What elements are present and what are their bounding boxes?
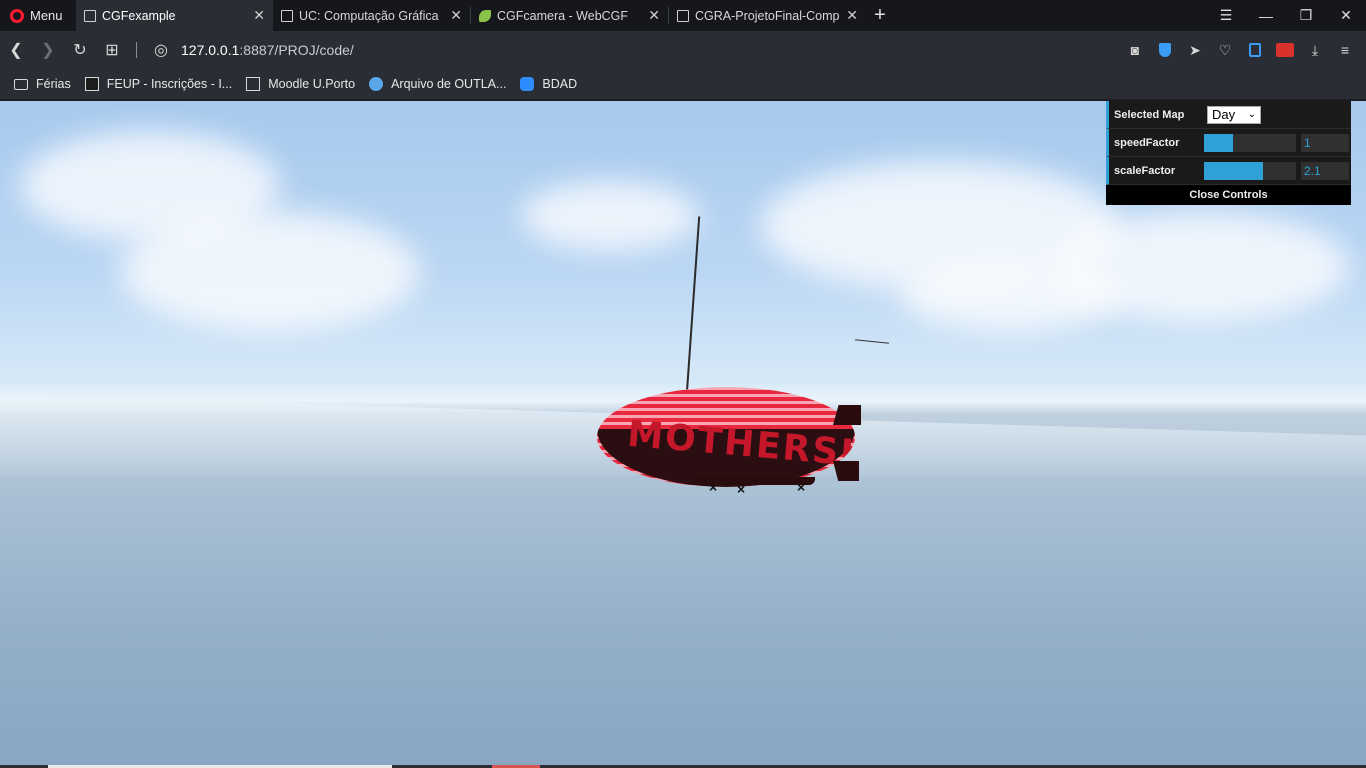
blimp: MOTHERSHI × × × <box>597 387 861 497</box>
folder-icon <box>14 78 28 90</box>
download-icon[interactable]: ⤓ <box>1302 37 1328 63</box>
close-controls-button[interactable]: Close Controls <box>1106 185 1351 205</box>
controls-panel: Selected Map Day ⌄ speedFactor 1 scaleFa… <box>1106 101 1351 205</box>
page-icon <box>677 9 689 22</box>
blimp-bottom-fin <box>833 461 859 481</box>
speed-factor-input[interactable]: 1 <box>1301 133 1349 152</box>
send-icon[interactable]: ➤ <box>1182 37 1208 63</box>
red-extension-icon[interactable] <box>1272 37 1298 63</box>
bookmark-bdad[interactable]: BDAD <box>520 77 577 91</box>
leaf-icon <box>479 9 491 22</box>
cloud <box>900 261 1120 331</box>
speed-dial-icon[interactable]: ⊞ <box>96 31 128 69</box>
camera-icon[interactable]: ◙ <box>1122 37 1148 63</box>
blimp-strut: × <box>797 479 806 495</box>
blimp-hull: MOTHERSHI <box>597 387 855 487</box>
blimp-strut: × <box>709 479 718 495</box>
bookmark-feup[interactable]: FEUP - Inscrições - I... <box>84 77 233 91</box>
opera-menu-button[interactable]: Menu <box>0 0 76 31</box>
tab-menu-icon[interactable]: ☰ <box>1206 0 1246 31</box>
cloud <box>120 211 420 331</box>
page-icon <box>246 77 261 91</box>
close-tab-icon[interactable]: ✕ <box>648 7 660 24</box>
bookmark-label: FEUP - Inscrições - I... <box>106 77 233 91</box>
selected-map-row: Selected Map Day ⌄ <box>1106 101 1351 129</box>
tab-cgfexample[interactable]: CGFexample ✕ <box>76 0 273 31</box>
vpn-shield-icon[interactable] <box>1152 37 1178 63</box>
bookmark-label: Arquivo de OUTLA... <box>391 77 507 91</box>
zoom-icon <box>520 77 535 91</box>
opera-logo-icon <box>10 8 24 23</box>
scale-factor-label: scaleFactor <box>1114 164 1176 177</box>
tab-cgra-projeto[interactable]: CGRA-ProjetoFinal-Comple ✕ <box>669 0 866 31</box>
reload-icon[interactable]: ↻ <box>64 31 96 69</box>
url-field[interactable]: 127.0.0.1:8887/PROJ/code/ <box>181 42 354 58</box>
scale-factor-row: scaleFactor 2.1 <box>1106 157 1351 185</box>
bookmark-moodle[interactable]: Moodle U.Porto <box>246 77 355 91</box>
scale-factor-slider-fill <box>1204 161 1263 180</box>
play-icon <box>369 77 384 91</box>
url-path: :8887/PROJ/code/ <box>239 42 354 58</box>
chevron-down-icon: ⌄ <box>1247 109 1256 120</box>
selected-map-select[interactable]: Day ⌄ <box>1207 105 1261 124</box>
back-icon[interactable]: ❮ <box>0 31 32 69</box>
heart-icon[interactable]: ♡ <box>1212 37 1238 63</box>
selected-map-label: Selected Map <box>1114 108 1185 121</box>
close-window-icon[interactable]: ✕ <box>1326 0 1366 31</box>
bookmark-label: Moodle U.Porto <box>268 77 356 91</box>
tab-uc-computacao[interactable]: UC: Computação Gráfica ✕ <box>273 0 470 31</box>
speed-factor-row: speedFactor 1 <box>1106 129 1351 157</box>
antenna-mast <box>686 216 701 392</box>
divider <box>136 42 137 58</box>
bookmark-arquivo[interactable]: Arquivo de OUTLA... <box>369 77 506 91</box>
restore-icon[interactable]: ❐ <box>1286 0 1326 31</box>
blimp-top-fin <box>833 405 861 425</box>
tab-bar: Menu CGFexample ✕ UC: Computação Gráfica… <box>0 0 1366 31</box>
blimp-tail-line <box>855 339 889 344</box>
tab-label: UC: Computação Gráfica <box>299 8 439 23</box>
bookmark-label: Férias <box>36 77 71 91</box>
blimp-strut: × <box>737 481 746 497</box>
forward-icon[interactable]: ❯ <box>32 31 64 69</box>
feup-icon <box>84 77 99 91</box>
url-host: 127.0.0.1 <box>181 42 240 58</box>
speed-factor-label: speedFactor <box>1114 136 1180 149</box>
selected-map-value: Day <box>1212 107 1236 122</box>
scale-factor-slider[interactable] <box>1204 161 1296 180</box>
tab-label: CGRA-ProjetoFinal-Comple <box>695 8 841 23</box>
cloud <box>520 181 700 251</box>
extension-icon[interactable] <box>1242 37 1268 63</box>
close-tab-icon[interactable]: ✕ <box>253 7 265 24</box>
toolbar-icons: ◙ ➤ ♡ ⤓ ≡ <box>1122 31 1358 69</box>
window-controls: ☰ — ❐ ✕ <box>1206 0 1366 31</box>
new-tab-button[interactable]: + <box>866 0 894 31</box>
tab-label: CGFexample <box>102 8 176 23</box>
page-icon <box>281 9 293 22</box>
bookmark-label: BDAD <box>542 77 578 91</box>
speed-factor-slider[interactable] <box>1204 133 1296 152</box>
page-icon <box>84 9 96 22</box>
tab-label: CGFcamera - WebCGF <box>497 8 629 23</box>
speed-factor-slider-fill <box>1204 133 1234 152</box>
bookmark-ferias[interactable]: Férias <box>14 77 71 91</box>
address-bar: ❮ ❯ ↻ ⊞ ◎ 127.0.0.1:8887/PROJ/code/ ◙ ➤ … <box>0 31 1366 69</box>
close-tab-icon[interactable]: ✕ <box>846 7 858 24</box>
globe-icon: ◎ <box>154 42 168 59</box>
menu-label: Menu <box>30 8 63 23</box>
close-tab-icon[interactable]: ✕ <box>450 7 462 24</box>
minimize-icon[interactable]: — <box>1246 0 1286 31</box>
easy-setup-icon[interactable]: ≡ <box>1332 37 1358 63</box>
scale-factor-input[interactable]: 2.1 <box>1301 161 1349 180</box>
bookmarks-bar: Férias FEUP - Inscrições - I... Moodle U… <box>0 69 1366 100</box>
browser-window: Menu CGFexample ✕ UC: Computação Gráfica… <box>0 0 1366 768</box>
tab-cgfcamera[interactable]: CGFcamera - WebCGF ✕ <box>471 0 668 31</box>
